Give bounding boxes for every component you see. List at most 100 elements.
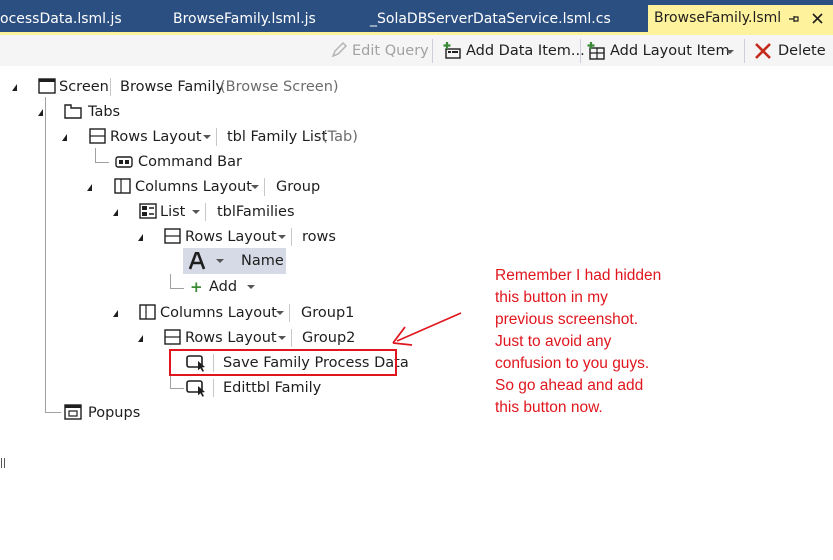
annotation-line: this button in my — [495, 289, 608, 306]
button-label: Edittbl Family — [223, 380, 322, 396]
expand-arrow-icon[interactable] — [138, 335, 143, 342]
control-type-label: Rows Layout — [185, 330, 277, 346]
button-icon — [186, 379, 208, 403]
chevron-down-icon[interactable] — [276, 311, 284, 315]
control-type-label: Columns Layout — [135, 179, 252, 195]
tab-browsefamily-lsml[interactable]: BrowseFamily.lsml — [648, 5, 833, 32]
add-layout-item-button[interactable]: Add Layout Item — [586, 41, 734, 61]
rows-layout-icon — [89, 128, 106, 150]
tabs-icon — [64, 103, 82, 125]
control-type-label: List — [160, 204, 186, 220]
tab-dataservice-cs[interactable]: _SolaDBServerDataService.lsml.cs — [370, 6, 630, 32]
expand-arrow-icon[interactable] — [62, 134, 67, 141]
expand-arrow-icon[interactable] — [138, 234, 143, 241]
document-tab-strip: ocessData.lsml.js BrowseFamily.lsml.js _… — [0, 0, 833, 32]
edit-query-icon — [330, 41, 348, 65]
control-name: tblFamilies — [217, 204, 295, 220]
annotation-line: Remember I had hidden — [495, 267, 662, 284]
close-icon[interactable] — [812, 5, 823, 31]
tree-connector — [170, 288, 184, 289]
control-name: Group — [276, 179, 321, 195]
screen-type: (Browse Screen) — [220, 79, 339, 95]
add-layout-item-icon — [586, 41, 606, 67]
chevron-down-icon[interactable] — [278, 336, 286, 340]
expand-arrow-icon[interactable] — [113, 310, 118, 317]
annotation-note: Remember I had hidden this button in my … — [495, 265, 795, 419]
chevron-down-icon — [726, 50, 734, 54]
plus-icon: + — [190, 278, 203, 296]
field-separator — [205, 203, 206, 221]
annotation-arrow-icon — [392, 312, 462, 346]
expand-arrow-icon[interactable] — [38, 109, 43, 116]
tree-connector — [45, 97, 46, 413]
field-separator — [216, 128, 217, 146]
tab-label: ocessData.lsml.js — [0, 11, 122, 27]
tab-label: _SolaDBServerDataService.lsml.cs — [370, 11, 611, 27]
field-separator — [213, 379, 214, 397]
chevron-down-icon[interactable] — [247, 285, 255, 289]
control-name: Group1 — [301, 305, 355, 321]
pin-icon[interactable] — [788, 5, 800, 31]
chevron-down-icon[interactable] — [192, 210, 200, 214]
tree-connector — [170, 388, 184, 389]
chevron-down-icon[interactable] — [278, 235, 286, 239]
rows-layout-icon — [164, 228, 181, 250]
chevron-down-icon[interactable] — [251, 185, 259, 189]
tree-connector — [45, 412, 61, 413]
tree-connector — [95, 162, 109, 163]
list-icon — [139, 203, 157, 225]
add-label: Add — [209, 279, 238, 295]
command-bar-label: Command Bar — [138, 154, 242, 170]
tab-browsefamily-js[interactable]: BrowseFamily.lsml.js — [173, 6, 333, 32]
splitter-grip[interactable] — [4, 458, 5, 468]
control-note: (Tab) — [322, 129, 358, 145]
annotation-line: this button now. — [495, 399, 603, 416]
annotation-line: confusion to you guys. — [495, 355, 650, 372]
expand-arrow-icon[interactable] — [113, 209, 118, 216]
field-separator — [289, 304, 290, 322]
toolbar-separator — [432, 39, 433, 63]
delete-x-icon — [754, 42, 772, 66]
control-name: rows — [302, 229, 336, 245]
annotation-line: So go ahead and add — [495, 377, 644, 394]
expand-arrow-icon[interactable] — [12, 84, 17, 91]
columns-layout-icon — [139, 304, 156, 326]
add-data-item-icon — [442, 41, 462, 67]
screen-name: Browse Family — [120, 79, 225, 95]
name-label: Name — [241, 253, 284, 269]
tab-label: BrowseFamily.lsml — [654, 10, 782, 26]
annotation-line: previous screenshot. — [495, 311, 639, 328]
annotation-line: Just to avoid any — [495, 333, 612, 350]
control-type-label: Rows Layout — [185, 229, 277, 245]
field-separator — [291, 228, 292, 246]
rows-layout-icon — [164, 329, 181, 351]
delete-button[interactable]: Delete — [754, 41, 826, 61]
command-bar-icon — [115, 155, 133, 175]
tab-label: BrowseFamily.lsml.js — [173, 11, 316, 27]
expand-arrow-icon[interactable] — [87, 184, 92, 191]
add-data-item-label: Add Data Item... — [466, 43, 585, 59]
text-field-icon — [188, 251, 206, 276]
highlight-box — [169, 349, 397, 376]
control-name: tbl Family List — [227, 129, 328, 145]
control-name: Group2 — [302, 330, 356, 346]
toolbar-divider — [0, 66, 833, 67]
chevron-down-icon[interactable] — [216, 259, 224, 263]
designer-toolbar: Edit Query Add Data Item... Add Layout I… — [0, 35, 833, 66]
tab-processdata-js[interactable]: ocessData.lsml.js — [0, 6, 160, 32]
chevron-down-icon[interactable] — [203, 135, 211, 139]
edit-query-button[interactable]: Edit Query — [330, 41, 429, 61]
add-data-item-button[interactable]: Add Data Item... — [442, 41, 585, 61]
field-separator — [264, 178, 265, 196]
popups-icon — [64, 404, 82, 426]
control-type-label: Columns Layout — [160, 305, 277, 321]
splitter-grip[interactable] — [1, 458, 2, 468]
field-separator — [291, 329, 292, 347]
screen-icon — [38, 78, 56, 100]
tabs-label: Tabs — [88, 104, 121, 120]
toolbar-separator — [580, 39, 581, 63]
columns-layout-icon — [114, 178, 131, 200]
tree-connector — [170, 374, 171, 388]
tree-connector — [170, 274, 171, 288]
control-type-label: Rows Layout — [110, 129, 202, 145]
